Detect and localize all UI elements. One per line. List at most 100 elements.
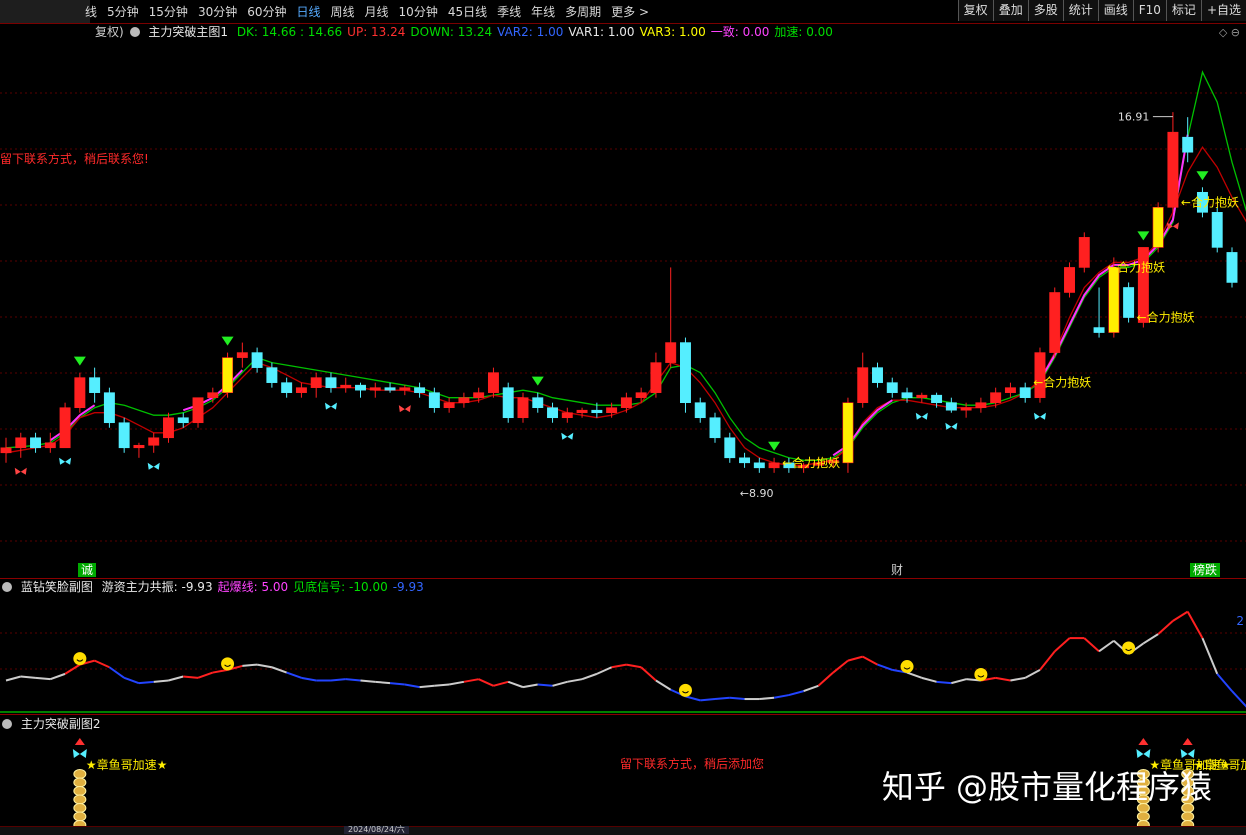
sub1-line-segment xyxy=(138,680,154,685)
candle xyxy=(842,397,854,473)
sub1-line-segment xyxy=(1010,676,1026,682)
sub-indicator-line-chart[interactable] xyxy=(0,579,1246,715)
candle xyxy=(872,362,883,388)
magenta-segment-0 xyxy=(49,404,96,442)
period-tab-10[interactable]: 季线 xyxy=(492,3,526,20)
sell-marker-1 xyxy=(221,336,234,346)
period-tab-6[interactable]: 周线 xyxy=(326,3,360,20)
sub1-line-segment xyxy=(49,672,66,681)
tool-button-7[interactable]: +自选 xyxy=(1200,0,1246,21)
sub1-line-segment xyxy=(921,676,937,683)
candle xyxy=(1049,287,1061,358)
sub1-line-segment xyxy=(153,679,169,683)
butterfly-icon-0 xyxy=(14,467,27,475)
butterfly-icon xyxy=(1180,749,1195,758)
sub1-line-segment xyxy=(862,655,878,666)
candle-body xyxy=(251,352,263,368)
candle-body xyxy=(443,402,455,409)
sub1-line-segment xyxy=(493,680,509,687)
candle xyxy=(30,432,42,453)
candle-body xyxy=(325,377,337,388)
candle-body xyxy=(1211,212,1223,248)
sub1-line-segment xyxy=(1157,620,1174,635)
period-tab-9[interactable]: 45日线 xyxy=(443,3,492,20)
candle-body xyxy=(990,392,1002,403)
smiley-icon-1 xyxy=(221,657,235,671)
tool-button-3[interactable]: 统计 xyxy=(1062,0,1098,21)
candle-body xyxy=(709,417,721,439)
candle xyxy=(443,397,455,413)
sub1-line-segment xyxy=(507,680,524,689)
sub1-line-segment xyxy=(788,690,804,697)
period-tab-11[interactable]: 年线 xyxy=(526,3,560,20)
period-tab-3[interactable]: 30分钟 xyxy=(193,3,242,20)
candle xyxy=(384,382,396,393)
sub1-line-segment xyxy=(345,678,361,682)
tool-button-4[interactable]: 画线 xyxy=(1097,0,1133,21)
sub1-line-segment xyxy=(5,675,22,682)
tool-button-0[interactable]: 复权 xyxy=(957,0,993,21)
candle xyxy=(192,397,204,428)
tool-button-5[interactable]: F10 xyxy=(1132,0,1166,21)
smiley-face xyxy=(1122,641,1136,655)
candle-body xyxy=(547,407,558,419)
sub1-line-segment xyxy=(552,680,568,687)
candle-body xyxy=(960,407,972,411)
sub1-line-segment xyxy=(700,698,716,702)
sub1-line-segment xyxy=(1186,611,1204,639)
sub1-line-segment xyxy=(94,659,110,669)
period-tab-7[interactable]: 月线 xyxy=(360,3,394,20)
candle-body xyxy=(177,417,189,424)
tag-mid: 财 xyxy=(888,563,907,577)
sub1-line-segment xyxy=(773,694,790,699)
sub1-line-segment xyxy=(596,666,613,675)
candle-body xyxy=(606,407,618,414)
sub1-line-segment xyxy=(817,671,834,687)
period-tab-1[interactable]: 5分钟 xyxy=(102,3,144,20)
sub1-line-segment xyxy=(330,678,346,682)
tool-button-2[interactable]: 多股 xyxy=(1027,0,1063,21)
candle-body xyxy=(1226,252,1238,283)
period-tab-4[interactable]: 60分钟 xyxy=(242,3,291,20)
tag-right: 榜跌 xyxy=(1190,563,1221,577)
candle xyxy=(325,372,337,393)
candle xyxy=(857,352,869,408)
coin-icon xyxy=(1136,811,1150,822)
candle xyxy=(458,392,470,408)
sub1-line-segment xyxy=(256,663,273,669)
candle-body xyxy=(133,444,145,449)
signal-label-2: ←合力抱妖 xyxy=(1107,259,1165,274)
period-tab-5[interactable]: 日线 xyxy=(292,3,326,20)
sub1-line-segment xyxy=(434,683,450,687)
candle xyxy=(990,387,1002,408)
candle xyxy=(724,432,736,463)
candle xyxy=(502,382,514,423)
candle-body xyxy=(310,377,322,388)
candlestick-chart[interactable]: 16.91 ←8.90 ←合力抱妖 ←合力抱妖 ←合力抱妖 ←合力抱妖 ←合力抱妖 xyxy=(0,23,1246,578)
candle xyxy=(1167,112,1179,213)
tool-button-6[interactable]: 标记 xyxy=(1165,0,1201,21)
butterfly-icon-6 xyxy=(915,412,928,420)
period-tab-8[interactable]: 10分钟 xyxy=(394,3,443,20)
candle-body xyxy=(576,409,588,414)
tool-button-1[interactable]: 叠加 xyxy=(992,0,1028,21)
candle xyxy=(1226,247,1238,288)
candle xyxy=(118,417,130,453)
period-tab-2[interactable]: 15分钟 xyxy=(144,3,193,20)
candle xyxy=(679,337,691,413)
candle xyxy=(251,347,263,373)
candle-body xyxy=(724,437,736,459)
candle-body xyxy=(916,394,928,398)
candle xyxy=(650,352,662,398)
period-tab-13[interactable]: 更多 > xyxy=(606,3,654,20)
sub1-line-segment xyxy=(389,682,405,686)
sub1-line-segment xyxy=(759,696,775,701)
candle xyxy=(295,382,307,398)
candle xyxy=(1078,232,1090,273)
candle-body xyxy=(148,437,160,446)
period-tab-12[interactable]: 多周期 xyxy=(560,3,606,20)
sub1-line-segment xyxy=(478,678,494,687)
period-tab-0[interactable]: 线 xyxy=(80,3,102,20)
sub1-line-segment xyxy=(301,676,317,682)
candle xyxy=(739,452,751,468)
